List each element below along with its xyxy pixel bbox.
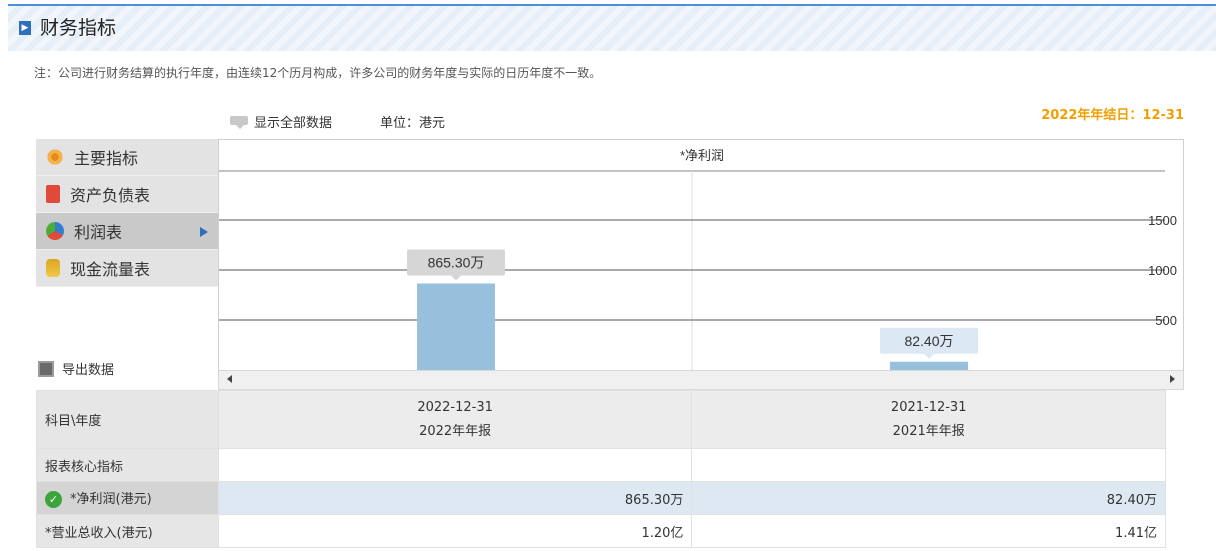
coins-icon <box>46 259 60 277</box>
chart-canvas: *净利润 500 1000 1500 865.30万 82.40万 <box>219 148 1177 371</box>
table-cell: 865.30万 <box>217 481 693 515</box>
show-all-data-toggle[interactable]: 显示全部数据 <box>230 112 332 131</box>
column-report: 2021年年报 <box>892 423 965 439</box>
sidebar-item-label: 资产负债表 <box>70 186 151 205</box>
table-cell <box>217 448 693 482</box>
sidebar-item-balance-sheet[interactable]: 资产负债表 <box>36 176 218 213</box>
net-profit-chart: *净利润 500 1000 1500 865.30万 82.40万 <box>218 139 1184 390</box>
table-header-row: 科目\年度 2022-12-31 2022年年报 2021-12-31 2021… <box>36 390 1166 449</box>
data-label: 865.30万 <box>428 254 485 270</box>
y-tick-label: 500 <box>1155 313 1177 328</box>
sidebar-item-label: 利润表 <box>74 223 123 242</box>
speech-bubble-icon <box>230 115 248 129</box>
chevron-right-icon <box>200 227 208 237</box>
table-cell: 1.41亿 <box>691 514 1166 548</box>
table-corner: 科目\年度 <box>36 390 219 449</box>
export-data-label: 导出数据 <box>62 363 115 378</box>
column-header-2021: 2021-12-31 2021年年报 <box>691 390 1166 449</box>
export-data-button[interactable]: 导出数据 <box>38 359 114 378</box>
data-label-pointer <box>924 353 934 359</box>
sidebar-item-cash-flow[interactable]: 现金流量表 <box>36 250 218 287</box>
fiscal-year-note: 注：公司进行财务结算的执行年度，由连续12个历月构成，许多公司的财务年度与实际的… <box>34 66 602 80</box>
export-icon <box>38 360 54 377</box>
data-label: 82.40万 <box>904 333 953 349</box>
y-tick-label: 1500 <box>1148 213 1177 228</box>
chart-scrollbar[interactable] <box>218 370 1184 390</box>
report-sidebar: 主要指标 资产负债表 利润表 现金流量表 <box>36 139 218 287</box>
sidebar-item-main-indicators[interactable]: 主要指标 <box>36 139 218 176</box>
table-row[interactable]: *营业总收入(港元) 1.20亿 1.41亿 <box>36 514 1166 548</box>
financial-table: 科目\年度 2022-12-31 2022年年报 2021-12-31 2021… <box>36 390 1166 548</box>
y-tick-label: 1000 <box>1148 263 1177 278</box>
document-icon <box>46 185 60 203</box>
financial-indicators-panel: ▶ 财务指标 注：公司进行财务结算的执行年度，由连续12个历月构成，许多公司的财… <box>0 0 1216 551</box>
sidebar-item-label: 现金流量表 <box>70 260 151 279</box>
section-label: 报表核心指标 <box>36 448 219 482</box>
column-header-2022: 2022-12-31 2022年年报 <box>217 390 693 449</box>
bar[interactable] <box>417 283 495 371</box>
scroll-left-icon[interactable] <box>227 375 232 383</box>
table-cell: 1.20亿 <box>217 514 693 548</box>
column-date: 2021-12-31 <box>890 399 967 415</box>
square-arrow-icon: ▶ <box>19 21 31 35</box>
unit-label: 单位：港元 <box>380 116 446 131</box>
sidebar-item-income-statement[interactable]: 利润表 <box>36 213 218 250</box>
year-end-date: 2022年年结日：12-31 <box>1041 108 1184 123</box>
show-all-data-label: 显示全部数据 <box>254 116 333 131</box>
sidebar-item-label: 主要指标 <box>74 149 139 168</box>
table-cell: 82.40万 <box>691 481 1166 515</box>
table-row[interactable]: ✓ *净利润(港元) 865.30万 82.40万 <box>36 481 1166 515</box>
table-section-row: 报表核心指标 <box>36 448 1166 482</box>
row-label: *营业总收入(港元) <box>36 514 219 548</box>
row-label: *净利润(港元) <box>70 492 152 507</box>
data-label-pointer <box>451 275 461 281</box>
chart-title: *净利润 <box>680 148 724 163</box>
scroll-right-icon[interactable] <box>1170 375 1175 383</box>
column-date: 2022-12-31 <box>417 399 493 415</box>
column-report: 2022年年报 <box>419 423 492 439</box>
flower-icon <box>46 148 64 166</box>
table-cell <box>691 448 1166 482</box>
row-label-cell: ✓ *净利润(港元) <box>36 481 219 515</box>
pie-chart-icon <box>46 222 64 240</box>
checkmark-icon: ✓ <box>45 491 62 508</box>
section-title: 财务指标 <box>40 17 117 39</box>
section-header: ▶ 财务指标 <box>8 4 1216 51</box>
